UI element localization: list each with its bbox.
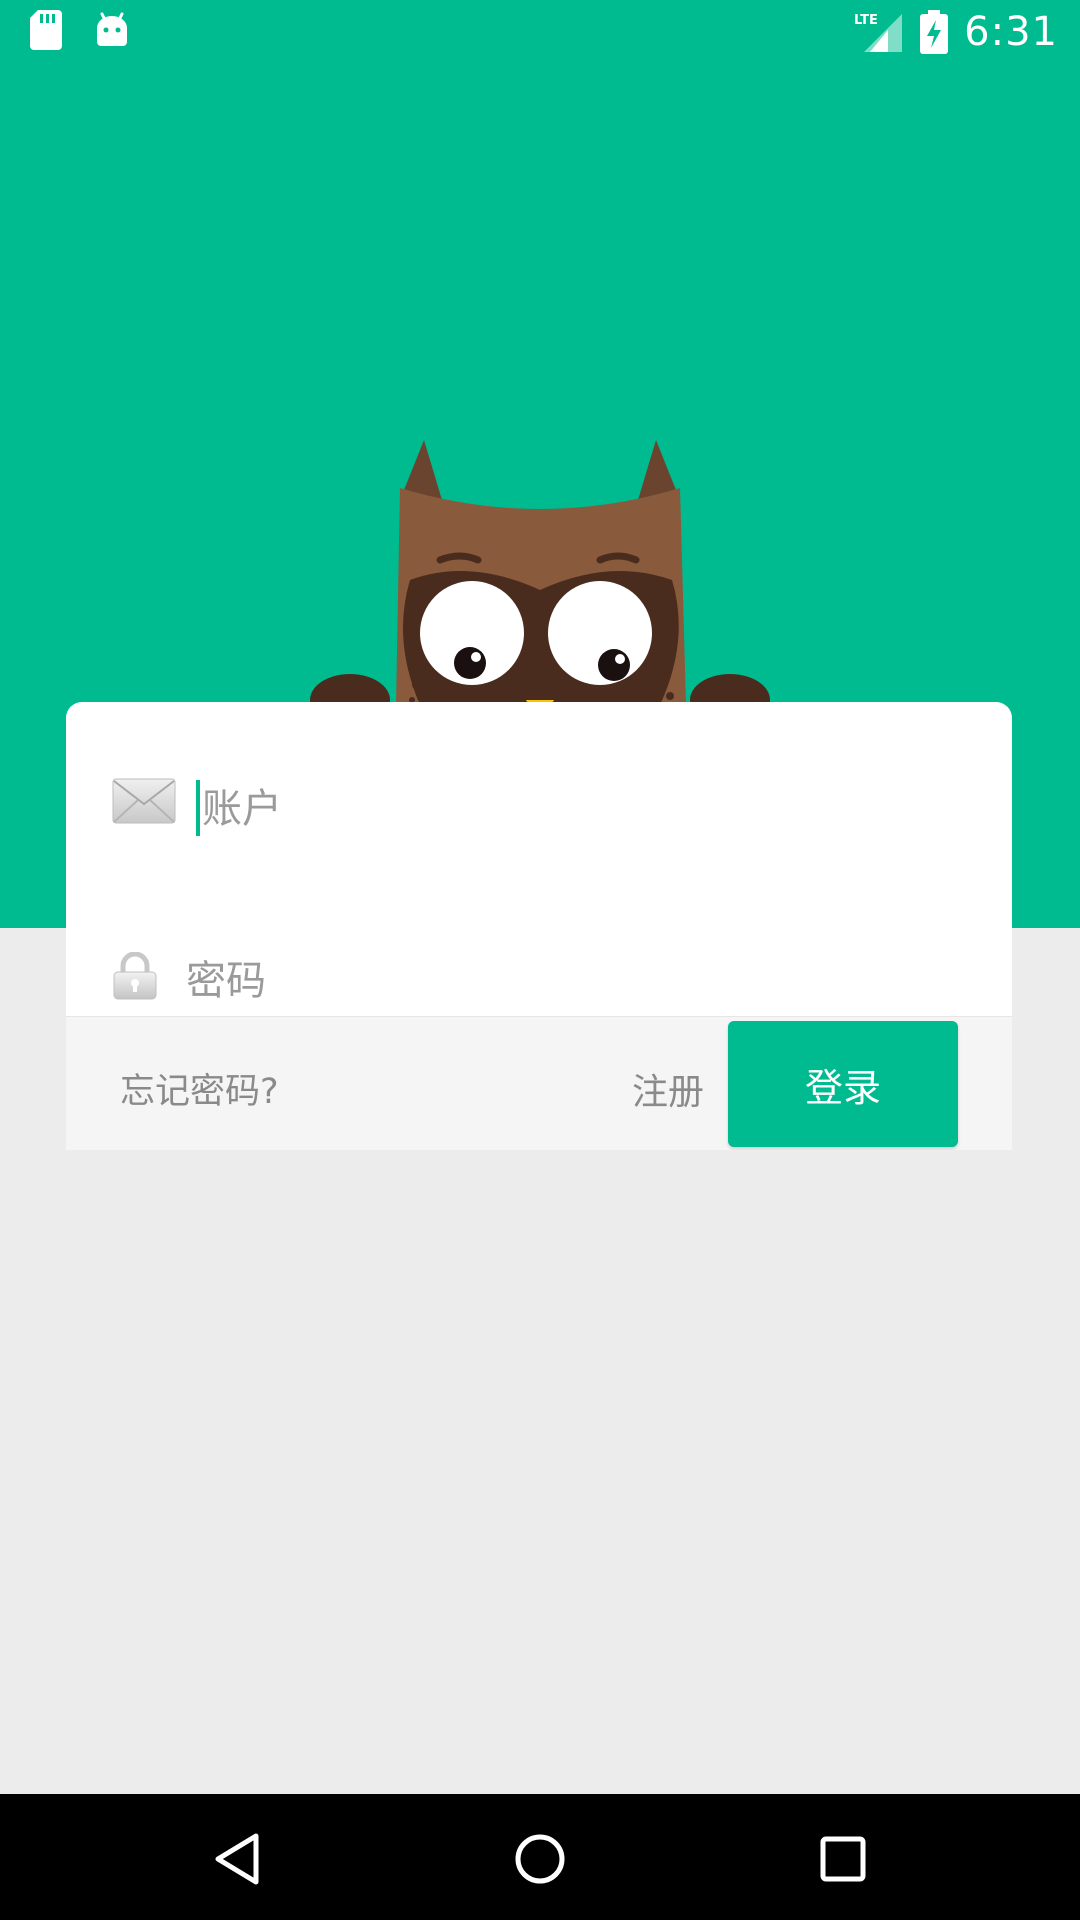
lte-label: LTE [854, 13, 878, 28]
account-row [66, 732, 1012, 882]
account-input[interactable] [196, 768, 964, 850]
login-card: 忘记密码? 注册 登录 [66, 702, 1012, 1150]
lock-icon [113, 952, 157, 1000]
forgot-password-link[interactable]: 忘记密码? [120, 1063, 279, 1114]
status-clock: 6:31 [964, 9, 1058, 55]
status-right-icons: LTE 6:31 [854, 4, 1058, 60]
mail-icon [112, 778, 176, 824]
back-icon[interactable] [202, 1824, 272, 1894]
status-left-icons [30, 10, 157, 54]
lte-signal-icon: LTE [854, 13, 903, 52]
home-icon[interactable] [505, 1824, 575, 1894]
register-link[interactable]: 注册 [632, 1063, 704, 1115]
sd-card-icon [30, 10, 62, 50]
login-screen: LTE 6:31 账户 忘记密码? 注册 登录 [0, 0, 1080, 1920]
login-button[interactable]: 登录 [728, 1021, 958, 1147]
android-icon [97, 12, 128, 46]
status-bar: LTE 6:31 [0, 0, 1080, 60]
battery-charging-icon [920, 10, 949, 54]
navigation-bar [0, 1794, 1080, 1920]
owl-mascot [310, 440, 770, 726]
recents-icon[interactable] [808, 1824, 878, 1894]
password-input[interactable] [184, 940, 948, 1022]
card-footer: 忘记密码? 注册 登录 [66, 1016, 1012, 1150]
